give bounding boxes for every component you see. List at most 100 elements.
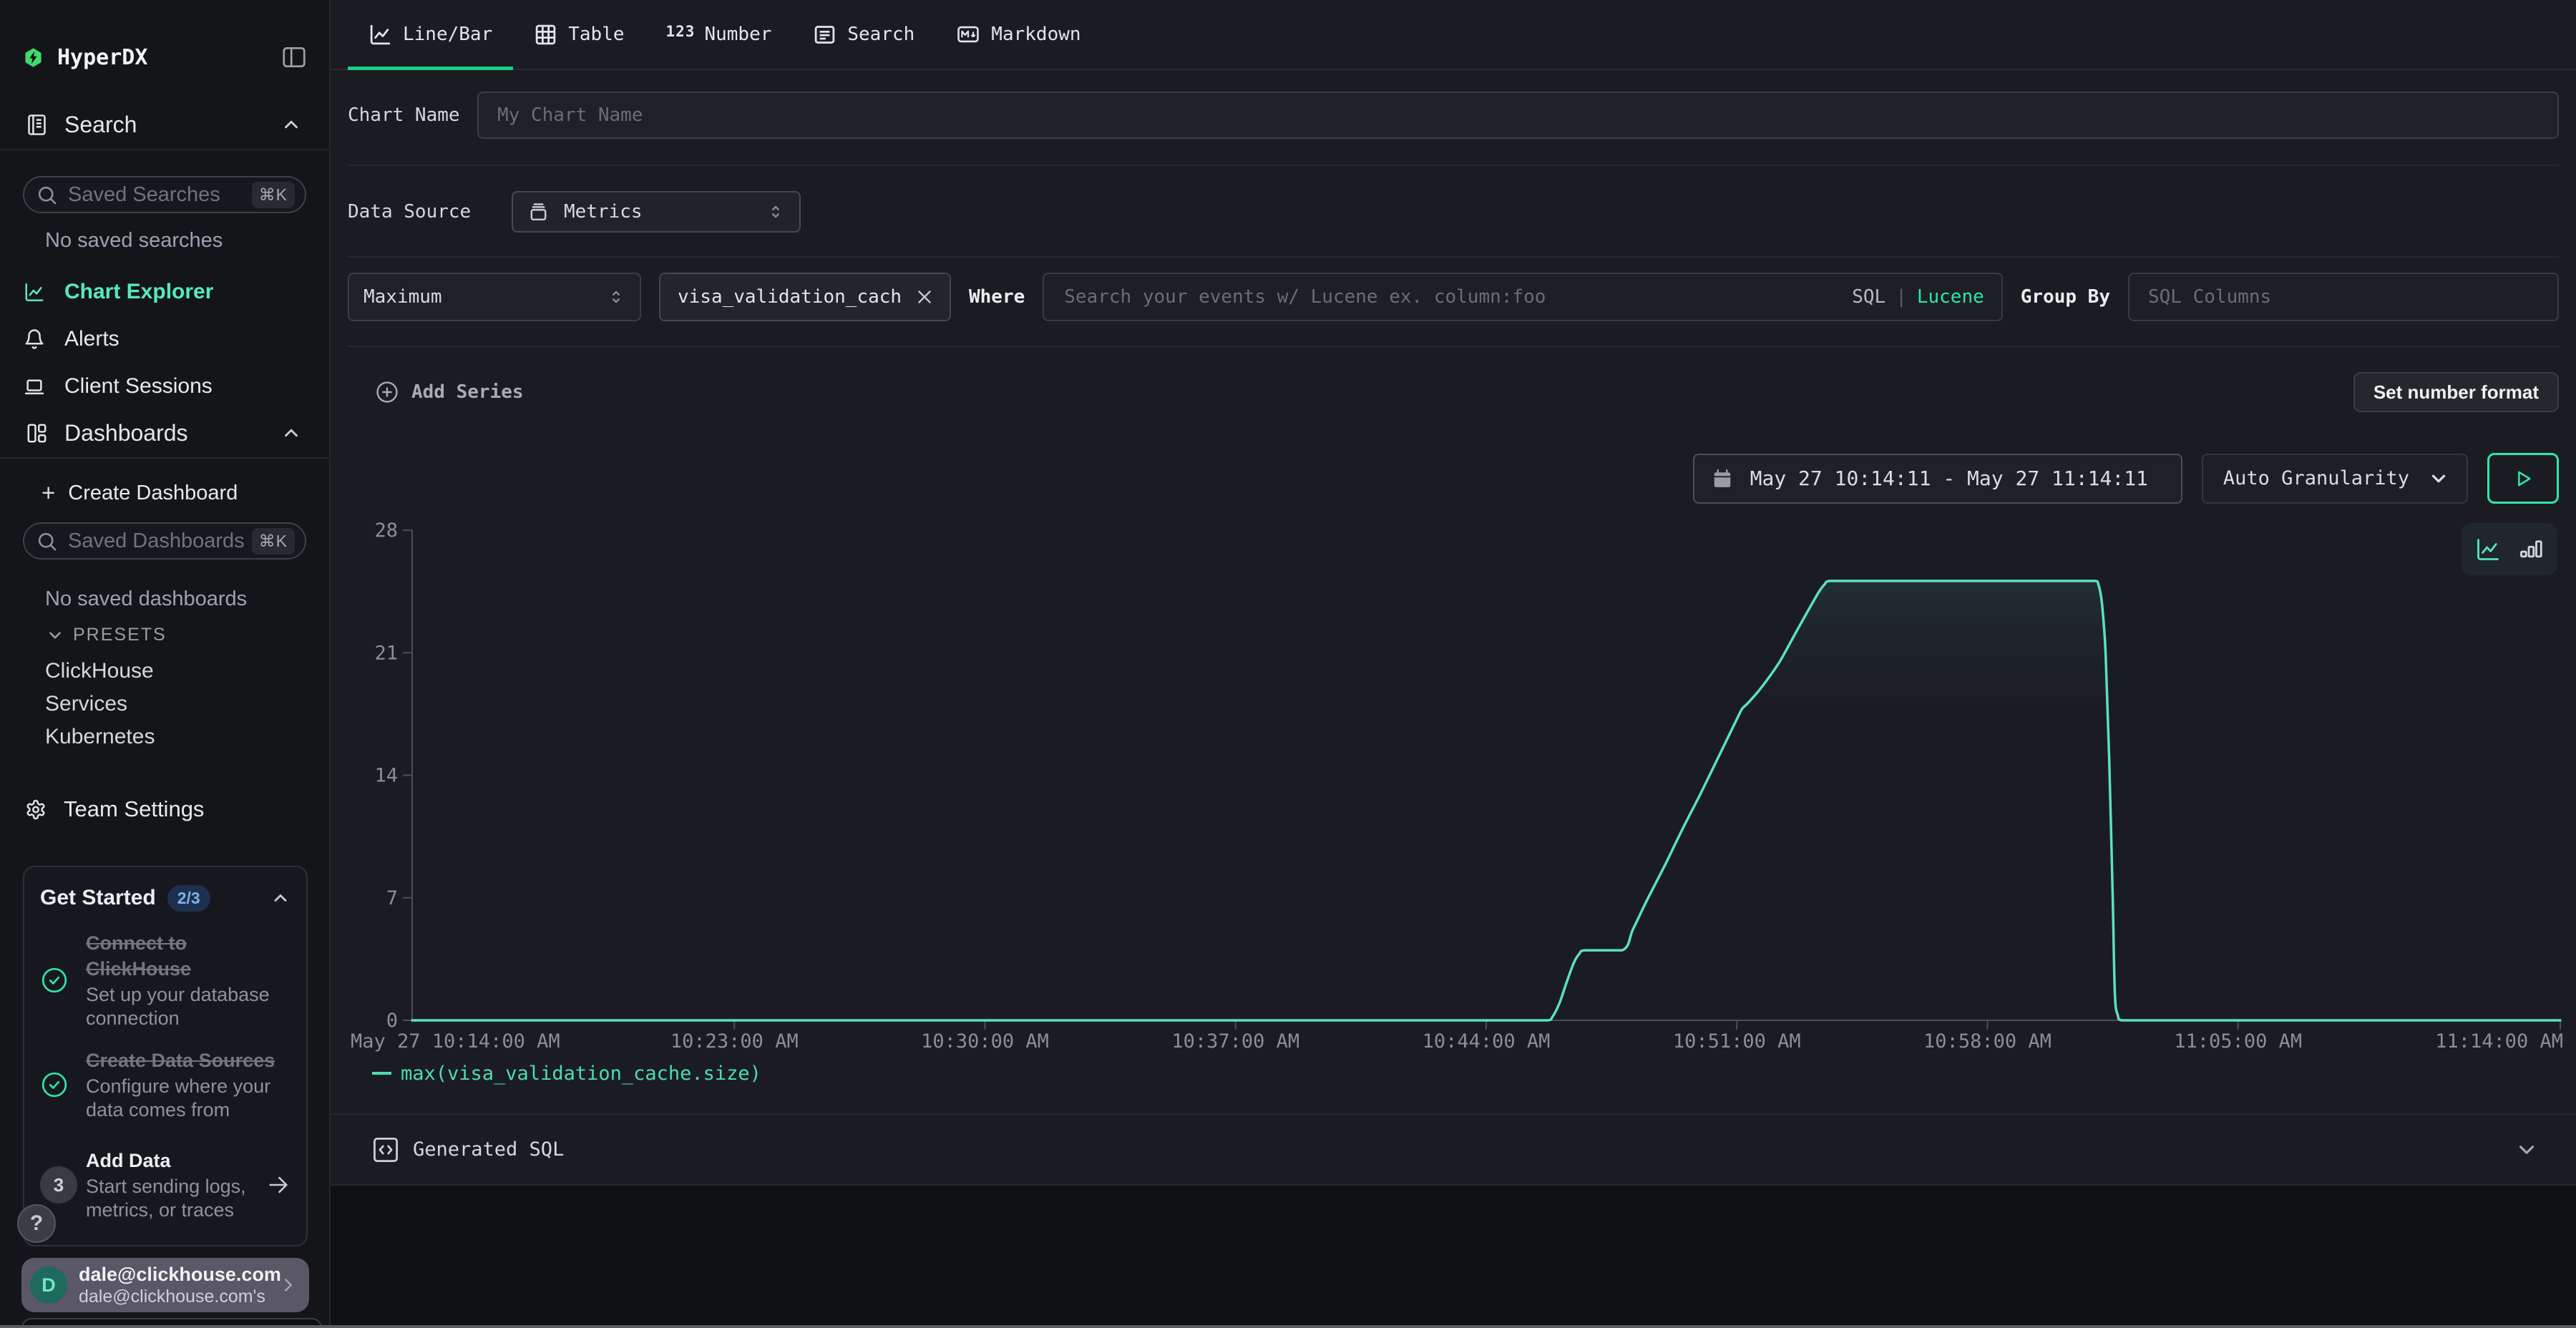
line-chart[interactable]: 07142128May 27 10:14:00 AM10:23:00 AM10:… bbox=[331, 504, 2576, 1062]
get-started-header[interactable]: Get Started 2/3 bbox=[40, 883, 291, 913]
divider bbox=[348, 346, 2559, 347]
saved-searches-input[interactable]: Saved Searches ⌘K bbox=[23, 176, 306, 213]
chart-name-input[interactable]: My Chart Name bbox=[477, 92, 2559, 139]
series-line bbox=[412, 581, 2560, 1020]
tab-table[interactable]: Table bbox=[513, 0, 645, 69]
check-circle-icon bbox=[40, 966, 69, 995]
time-range-value: May 27 10:14:11 - May 27 11:14:11 bbox=[1750, 467, 2148, 490]
chart-legend[interactable]: max(visa_validation_cache.size) bbox=[372, 1062, 2576, 1085]
plus-circle-icon bbox=[375, 380, 399, 404]
add-series-button[interactable]: Add Series bbox=[375, 380, 524, 404]
dashboards-section-label: Dashboards bbox=[64, 420, 188, 446]
close-icon[interactable] bbox=[904, 286, 935, 308]
sidebar-item-client-sessions[interactable]: Client Sessions bbox=[0, 363, 329, 410]
group-by-placeholder: SQL Columns bbox=[2148, 286, 2271, 308]
metric-tag-value: visa_validation_cach bbox=[678, 286, 902, 308]
tab-markdown[interactable]: Markdown bbox=[935, 0, 1101, 69]
get-started-step-datasources[interactable]: Create Data Sources Configure where your… bbox=[40, 1048, 291, 1122]
data-source-select[interactable]: Metrics bbox=[512, 191, 801, 233]
chart-style-toggle bbox=[2462, 523, 2557, 575]
x-tick-label: 10:37:00 AM bbox=[1171, 1030, 1299, 1053]
sidebar-section-search[interactable]: Search bbox=[0, 104, 329, 145]
granularity-select[interactable]: Auto Granularity bbox=[2202, 454, 2468, 504]
line-style-button[interactable] bbox=[2475, 537, 2501, 562]
sidebar-collapse-button[interactable] bbox=[280, 44, 308, 71]
create-dashboard-button[interactable]: + Create Dashboard bbox=[0, 475, 329, 511]
search-icon bbox=[36, 184, 58, 206]
where-search-placeholder: Search your events w/ Lucene ex. column:… bbox=[1064, 286, 1852, 308]
help-label: ? bbox=[30, 1211, 43, 1236]
user-email: dale@clickhouse.com bbox=[79, 1263, 278, 1286]
main-area: Line/Bar Table 123 Number bbox=[331, 0, 2576, 1328]
app-root: HyperDX Search Saved Searches ⌘K bbox=[0, 0, 2576, 1328]
table-icon bbox=[534, 23, 557, 47]
sidebar-nav: Chart Explorer Alerts Client Sessions bbox=[0, 268, 329, 410]
sidebar-item-alerts[interactable]: Alerts bbox=[0, 316, 329, 363]
tab-search[interactable]: Search bbox=[792, 0, 935, 69]
metric-tag[interactable]: visa_validation_cach bbox=[659, 273, 951, 321]
chevron-right-icon bbox=[278, 1274, 299, 1296]
tab-number[interactable]: 123 Number bbox=[645, 0, 793, 69]
time-range-picker[interactable]: May 27 10:14:11 - May 27 11:14:11 bbox=[1693, 454, 2182, 504]
presets-toggle[interactable]: PRESETS bbox=[46, 625, 329, 645]
no-saved-dashboards-text: No saved dashboards bbox=[45, 587, 329, 611]
chevron-down-icon[interactable] bbox=[2514, 1138, 2539, 1162]
chevron-up-icon[interactable] bbox=[270, 888, 291, 908]
divider bbox=[348, 165, 2559, 166]
step-body: Add Data Start sending logs, metrics, or… bbox=[86, 1148, 265, 1222]
step-body: Connect to ClickHouse Set up your databa… bbox=[86, 930, 291, 1030]
step-number-badge: 3 bbox=[40, 1166, 77, 1204]
language-lucene-option[interactable]: Lucene bbox=[1917, 286, 1984, 308]
group-by-label: Group By bbox=[2021, 286, 2110, 308]
sidebar-section-dashboards[interactable]: Dashboards bbox=[0, 412, 329, 454]
x-tick-label: 10:51:00 AM bbox=[1673, 1030, 1801, 1053]
get-started-progress-badge: 2/3 bbox=[167, 885, 210, 912]
panel-left-icon bbox=[280, 44, 308, 71]
calendar-icon bbox=[1712, 468, 1733, 489]
y-tick-label: 28 bbox=[374, 519, 398, 542]
y-tick-label: 14 bbox=[374, 765, 398, 787]
chevron-up-icon[interactable] bbox=[280, 114, 302, 135]
language-sql-option[interactable]: SQL bbox=[1852, 286, 1885, 308]
add-series-label: Add Series bbox=[411, 381, 524, 403]
hyperdx-logo-icon bbox=[24, 46, 43, 69]
code-icon bbox=[370, 1134, 401, 1166]
gear-icon bbox=[25, 799, 47, 821]
saved-dashboards-shortcut: ⌘K bbox=[252, 528, 295, 555]
data-source-label: Data Source bbox=[348, 201, 512, 223]
sidebar-item-chart-explorer[interactable]: Chart Explorer bbox=[0, 268, 329, 316]
step-body: Create Data Sources Configure where your… bbox=[86, 1048, 291, 1122]
user-menu[interactable]: D dale@clickhouse.com dale@clickhouse.co… bbox=[21, 1258, 309, 1312]
data-source-value: Metrics bbox=[564, 201, 643, 223]
set-number-format-button[interactable]: Set number format bbox=[2353, 372, 2559, 412]
saved-dashboards-input[interactable]: Saved Dashboards ⌘K bbox=[23, 522, 306, 560]
bar-style-button[interactable] bbox=[2518, 537, 2544, 562]
preset-item-clickhouse[interactable]: ClickHouse bbox=[45, 655, 329, 688]
run-query-button[interactable] bbox=[2487, 453, 2559, 504]
time-controls-row: May 27 10:14:11 - May 27 11:14:11 Auto G… bbox=[348, 453, 2559, 504]
series-area bbox=[412, 581, 2560, 1020]
get-started-step-connect[interactable]: Connect to ClickHouse Set up your databa… bbox=[40, 930, 291, 1030]
x-tick-label: 10:44:00 AM bbox=[1423, 1030, 1551, 1053]
search-icon bbox=[36, 530, 58, 552]
get-started-step-add-data[interactable]: 3 Add Data Start sending logs, metrics, … bbox=[40, 1148, 291, 1222]
generated-sql-toggle[interactable]: Generated SQL bbox=[331, 1115, 2576, 1184]
aggregation-select[interactable]: Maximum bbox=[348, 273, 641, 321]
data-source-row: Data Source Metrics bbox=[348, 191, 2559, 233]
chevron-up-icon[interactable] bbox=[280, 422, 302, 444]
search-list-icon bbox=[813, 23, 836, 47]
saved-searches-shortcut: ⌘K bbox=[252, 182, 295, 208]
preset-item-services[interactable]: Services bbox=[45, 688, 329, 721]
where-search-input[interactable]: Search your events w/ Lucene ex. column:… bbox=[1043, 273, 2002, 321]
bell-icon bbox=[24, 328, 45, 350]
x-tick-label: 10:23:00 AM bbox=[670, 1030, 799, 1053]
x-tick-label: 10:30:00 AM bbox=[921, 1030, 1049, 1053]
step-status bbox=[40, 930, 86, 1030]
set-number-format-label: Set number format bbox=[2373, 381, 2539, 404]
query-language-toggle[interactable]: SQL|Lucene bbox=[1852, 286, 1984, 308]
help-button[interactable]: ? bbox=[17, 1204, 56, 1243]
tab-line-bar[interactable]: Line/Bar bbox=[348, 0, 513, 69]
preset-item-kubernetes[interactable]: Kubernetes bbox=[45, 721, 329, 753]
sidebar-item-team-settings[interactable]: Team Settings bbox=[0, 789, 329, 829]
group-by-input[interactable]: SQL Columns bbox=[2128, 273, 2559, 321]
